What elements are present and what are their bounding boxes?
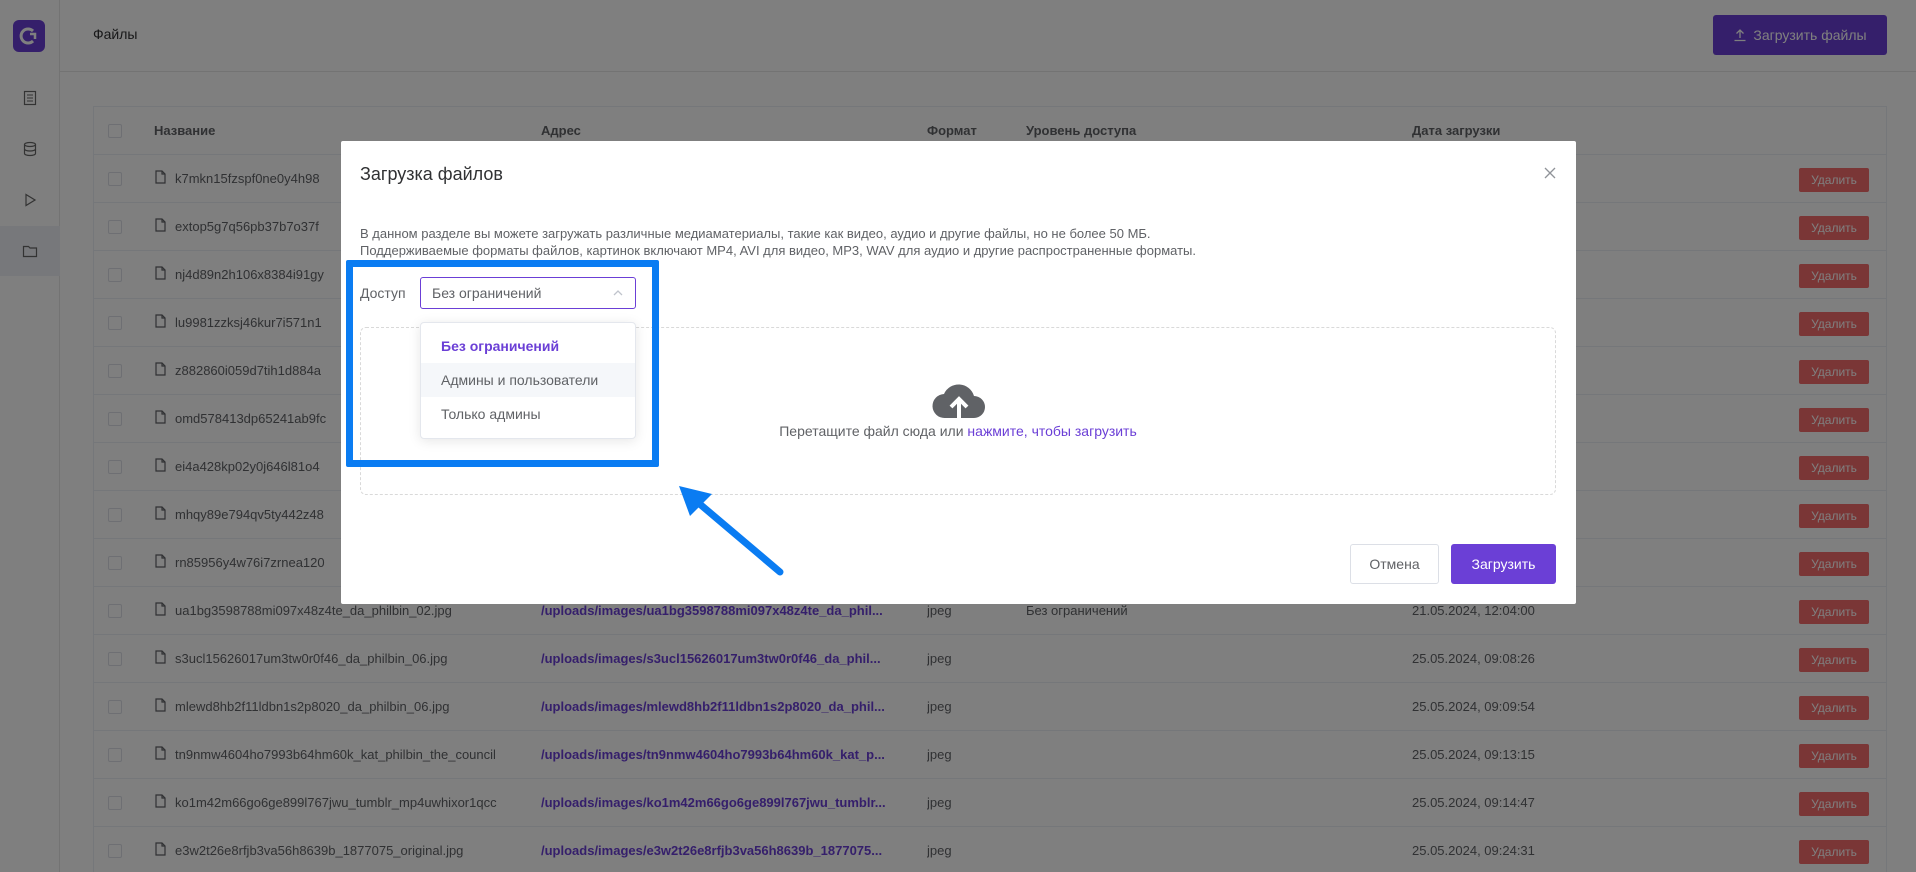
- upload-modal: Загрузка файлов В данном разделе вы може…: [341, 141, 1576, 604]
- modal-title: Загрузка файлов: [360, 164, 503, 184]
- upload-button[interactable]: Загрузить: [1451, 544, 1556, 584]
- access-select[interactable]: Без ограничений: [420, 277, 636, 309]
- access-dropdown: Без ограничений Админы и пользователи То…: [420, 322, 636, 439]
- dropzone-click-link[interactable]: нажмите, чтобы загрузить: [967, 423, 1136, 439]
- access-select-value: Без ограничений: [432, 285, 542, 301]
- modal-description: В данном разделе вы можете загружать раз…: [360, 225, 1196, 259]
- access-option-admins-only[interactable]: Только админы: [421, 397, 635, 431]
- dropzone-hint: Перетащите файл сюда или: [779, 423, 968, 439]
- cancel-button[interactable]: Отмена: [1350, 544, 1439, 584]
- access-option-admins-users[interactable]: Админы и пользователи: [421, 363, 635, 397]
- description-line-1: В данном разделе вы можете загружать раз…: [360, 226, 1151, 241]
- cloud-upload-icon: [932, 384, 985, 420]
- close-icon[interactable]: [1540, 163, 1560, 183]
- description-line-2: Поддерживаемые форматы файлов, картинок …: [360, 243, 1196, 258]
- access-label: Доступ: [360, 285, 406, 301]
- chevron-up-icon: [613, 290, 623, 296]
- access-option-unrestricted[interactable]: Без ограничений: [421, 329, 635, 363]
